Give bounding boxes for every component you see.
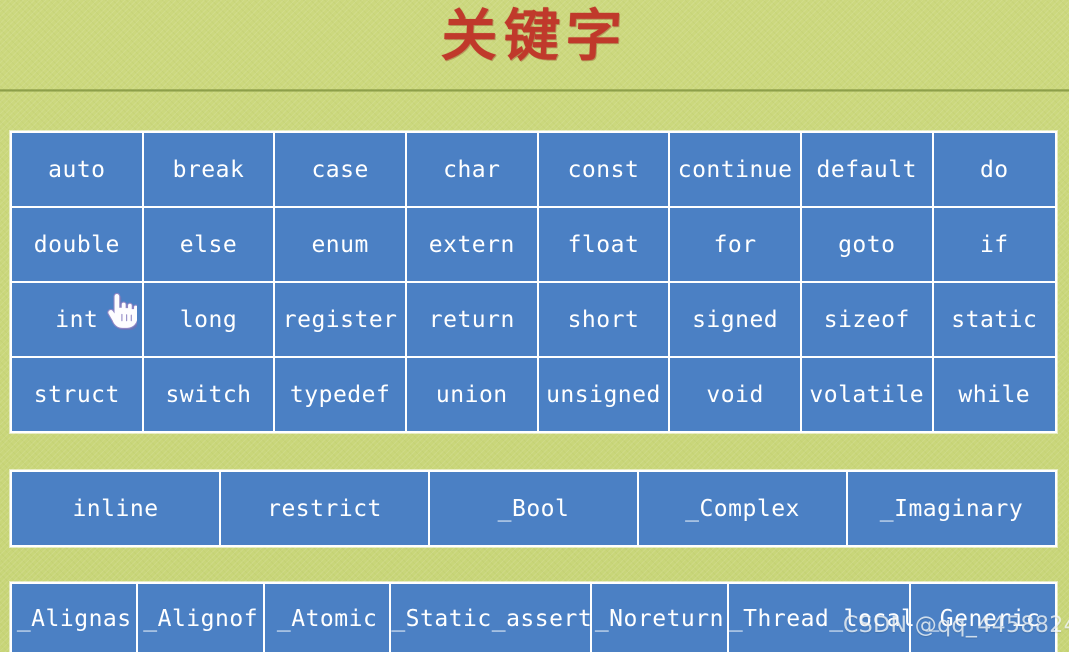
keyword-cell[interactable]: typedef bbox=[273, 356, 407, 433]
keyword-cell[interactable]: case bbox=[273, 131, 407, 208]
keyword-cell[interactable]: inline bbox=[10, 470, 221, 547]
keyword-cell[interactable]: else bbox=[141, 206, 276, 283]
keyword-cell[interactable]: char bbox=[404, 131, 539, 208]
keyword-cell[interactable]: _Imaginary bbox=[846, 470, 1057, 547]
table-row: auto break case char const continue defa… bbox=[10, 131, 1058, 208]
page-title: 关键字 bbox=[439, 3, 630, 69]
keyword-cell[interactable]: int bbox=[10, 281, 144, 358]
keyword-cell[interactable]: long bbox=[141, 281, 276, 358]
keyword-table-c99: inline restrict _Bool _Complex _Imaginar… bbox=[10, 470, 1057, 547]
keyword-cell[interactable]: _Bool bbox=[428, 470, 639, 547]
table-row: int long register return short signed si… bbox=[10, 281, 1058, 358]
keyword-cell[interactable]: _Complex bbox=[637, 470, 848, 547]
keyword-cell[interactable]: auto bbox=[10, 131, 144, 208]
keyword-cell[interactable]: volatile bbox=[799, 356, 934, 433]
keyword-cell[interactable]: double bbox=[10, 206, 144, 283]
table-row: double else enum extern float for goto i… bbox=[10, 206, 1058, 283]
keyword-cell[interactable]: continue bbox=[668, 131, 802, 208]
keyword-cell[interactable]: while bbox=[931, 356, 1058, 433]
keyword-cell[interactable]: restrict bbox=[219, 470, 430, 547]
keyword-cell[interactable]: _Atomic bbox=[262, 582, 392, 652]
keyword-table-c89: auto break case char const continue defa… bbox=[10, 131, 1058, 433]
table-row: inline restrict _Bool _Complex _Imaginar… bbox=[10, 470, 1057, 547]
keyword-cell[interactable]: _Alignof bbox=[136, 582, 265, 652]
slide-canvas: 关键字 auto break case char const continue … bbox=[0, 0, 1069, 652]
keyword-cell[interactable]: static bbox=[931, 281, 1058, 358]
keyword-cell[interactable]: float bbox=[536, 206, 671, 283]
title-divider bbox=[0, 89, 1069, 92]
keyword-cell[interactable]: _Alignas bbox=[9, 582, 139, 652]
keyword-cell[interactable]: void bbox=[668, 356, 802, 433]
keyword-cell[interactable]: break bbox=[141, 131, 276, 208]
keyword-cell[interactable]: enum bbox=[273, 206, 407, 283]
keyword-cell[interactable]: register bbox=[273, 281, 407, 358]
keyword-cell[interactable]: for bbox=[668, 206, 802, 283]
keyword-cell[interactable]: switch bbox=[141, 356, 276, 433]
keyword-cell[interactable]: signed bbox=[668, 281, 802, 358]
keyword-cell[interactable]: default bbox=[799, 131, 934, 208]
keyword-cell[interactable]: sizeof bbox=[799, 281, 934, 358]
keyword-cell[interactable]: _Noreturn bbox=[589, 582, 729, 652]
keyword-cell[interactable]: struct bbox=[10, 356, 144, 433]
keyword-cell[interactable]: union bbox=[404, 356, 539, 433]
keyword-cell[interactable]: do bbox=[931, 131, 1058, 208]
keyword-cell[interactable]: extern bbox=[404, 206, 539, 283]
keyword-cell[interactable]: return bbox=[404, 281, 539, 358]
keyword-cell[interactable]: short bbox=[536, 281, 671, 358]
title-band: 关键字 bbox=[0, 0, 1069, 92]
keyword-cell[interactable]: _Static_assert bbox=[389, 582, 592, 652]
table-row: struct switch typedef union unsigned voi… bbox=[10, 356, 1058, 433]
csdn-watermark: CSDN @qq_44588244 bbox=[843, 613, 1069, 638]
keyword-cell[interactable]: unsigned bbox=[536, 356, 671, 433]
keyword-cell[interactable]: if bbox=[931, 206, 1058, 283]
keyword-cell[interactable]: const bbox=[536, 131, 671, 208]
keyword-cell[interactable]: goto bbox=[799, 206, 934, 283]
